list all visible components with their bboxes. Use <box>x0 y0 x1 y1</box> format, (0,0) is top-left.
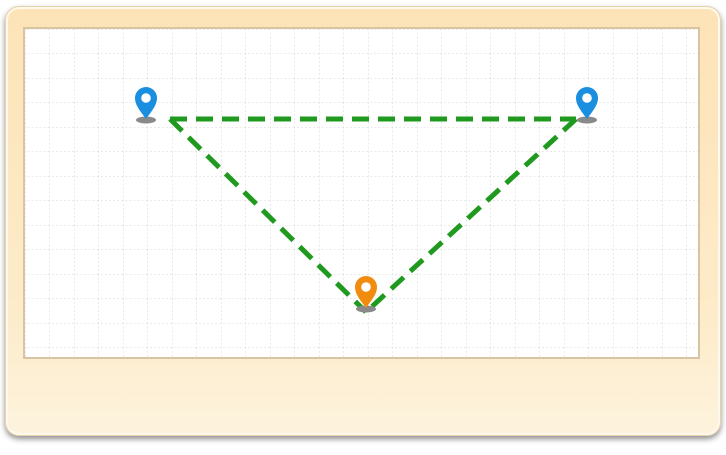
grid-board <box>23 27 700 359</box>
map-pin-left-icon <box>135 87 157 124</box>
route-diagram <box>25 29 698 357</box>
map-pin-bottom-icon <box>355 276 377 313</box>
diagram-card <box>5 6 721 436</box>
map-pin-right-icon <box>576 87 598 124</box>
